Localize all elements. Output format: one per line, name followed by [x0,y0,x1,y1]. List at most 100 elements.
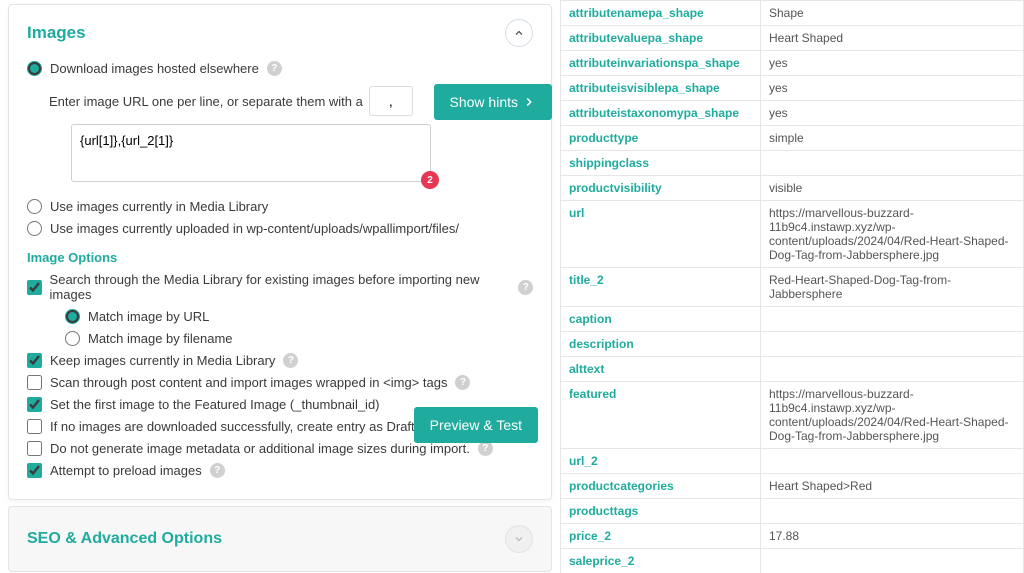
table-row: url_2 [561,449,1024,474]
search-media-check[interactable] [27,280,42,295]
preload-label: Attempt to preload images [50,463,202,478]
scan-post-label: Scan through post content and import ima… [50,375,447,390]
field-key: featured [561,382,761,449]
set-featured-label: Set the first image to the Featured Imag… [50,397,380,412]
draft-label: If no images are downloaded successfully… [50,419,418,434]
separator-input[interactable] [369,86,413,116]
match-url-label: Match image by URL [88,309,209,324]
help-icon[interactable]: ? [283,353,298,368]
field-key: attributevaluepa_shape [561,26,761,51]
field-value [761,332,1024,357]
keep-images-check[interactable] [27,353,42,368]
field-key: alttext [561,357,761,382]
expand-seo-button[interactable] [505,525,533,553]
data-table: attributenamepa_shapeShapeattributevalue… [560,0,1024,573]
field-value [761,307,1024,332]
field-key: description [561,332,761,357]
field-value: Heart Shaped [761,26,1024,51]
media-library-radio[interactable] [27,199,42,214]
url-textarea[interactable] [71,124,431,182]
help-icon[interactable]: ? [478,441,493,456]
chevron-down-icon [513,533,525,545]
table-row: producttypesimple [561,126,1024,151]
media-library-label: Use images currently in Media Library [50,199,268,214]
table-row: title_2Red-Heart-Shaped-Dog-Tag-from-Jab… [561,268,1024,307]
field-key: url_2 [561,449,761,474]
field-value: Heart Shaped>Red [761,474,1024,499]
preview-test-button[interactable]: Preview & Test [414,407,538,443]
table-row: featuredhttps://marvellous-buzzard-11b9c… [561,382,1024,449]
field-value: yes [761,76,1024,101]
chevron-right-icon [522,95,536,109]
table-row: attributevaluepa_shapeHeart Shaped [561,26,1024,51]
table-row: attributeistaxonomypa_shapeyes [561,101,1024,126]
uploads-label: Use images currently uploaded in wp-cont… [50,221,459,236]
field-key: productcategories [561,474,761,499]
table-row: attributeinvariationspa_shapeyes [561,51,1024,76]
seo-section[interactable]: SEO & Advanced Options [8,506,552,572]
table-row: producttags [561,499,1024,524]
uploads-radio[interactable] [27,221,42,236]
download-label: Download images hosted elsewhere [50,61,259,76]
field-value: yes [761,101,1024,126]
field-value: 17.88 [761,524,1024,549]
image-options-heading: Image Options [27,250,533,265]
field-key: attributenamepa_shape [561,1,761,26]
download-radio[interactable] [27,61,42,76]
field-value: simple [761,126,1024,151]
field-value: yes [761,51,1024,76]
field-value [761,151,1024,176]
table-row: description [561,332,1024,357]
field-value [761,499,1024,524]
table-row: attributenamepa_shapeShape [561,1,1024,26]
field-key: price_2 [561,524,761,549]
field-key: saleprice_2 [561,549,761,573]
table-row: productcategoriesHeart Shaped>Red [561,474,1024,499]
match-filename-radio[interactable] [65,331,80,346]
field-value: Red-Heart-Shaped-Dog-Tag-from-Jabbersphe… [761,268,1024,307]
field-key: title_2 [561,268,761,307]
match-filename-label: Match image by filename [88,331,233,346]
help-icon[interactable]: ? [518,280,533,295]
seo-title: SEO & Advanced Options [27,530,222,548]
collapse-images-button[interactable] [505,19,533,47]
show-hints-button[interactable]: Show hints [434,84,552,120]
field-value [761,357,1024,382]
help-icon[interactable]: ? [267,61,282,76]
field-key: caption [561,307,761,332]
no-metadata-label: Do not generate image metadata or additi… [50,441,470,456]
field-key: shippingclass [561,151,761,176]
no-metadata-check[interactable] [27,441,42,456]
field-key: attributeistaxonomypa_shape [561,101,761,126]
preload-check[interactable] [27,463,42,478]
scan-post-check[interactable] [27,375,42,390]
search-media-label: Search through the Media Library for exi… [50,272,511,302]
field-value [761,449,1024,474]
field-value: Shape [761,1,1024,26]
field-key: attributeinvariationspa_shape [561,51,761,76]
field-value: https://marvellous-buzzard-11b9c4.instaw… [761,382,1024,449]
table-row: caption [561,307,1024,332]
help-icon[interactable]: ? [455,375,470,390]
table-row: alttext [561,357,1024,382]
table-row: shippingclass [561,151,1024,176]
draft-check[interactable] [27,419,42,434]
keep-images-label: Keep images currently in Media Library [50,353,275,368]
count-badge: 2 [421,171,439,189]
field-key: url [561,201,761,268]
field-value: https://marvellous-buzzard-11b9c4.instaw… [761,201,1024,268]
field-value [761,549,1024,573]
field-key: productvisibility [561,176,761,201]
table-row: price_217.88 [561,524,1024,549]
table-row: attributeisvisiblepa_shapeyes [561,76,1024,101]
url-hint-label: Enter image URL one per line, or separat… [49,94,363,109]
chevron-up-icon [513,27,525,39]
table-row: urlhttps://marvellous-buzzard-11b9c4.ins… [561,201,1024,268]
field-key: producttype [561,126,761,151]
table-row: saleprice_2 [561,549,1024,573]
set-featured-check[interactable] [27,397,42,412]
match-url-radio[interactable] [65,309,80,324]
help-icon[interactable]: ? [210,463,225,478]
images-title: Images [27,23,86,43]
field-key: attributeisvisiblepa_shape [561,76,761,101]
